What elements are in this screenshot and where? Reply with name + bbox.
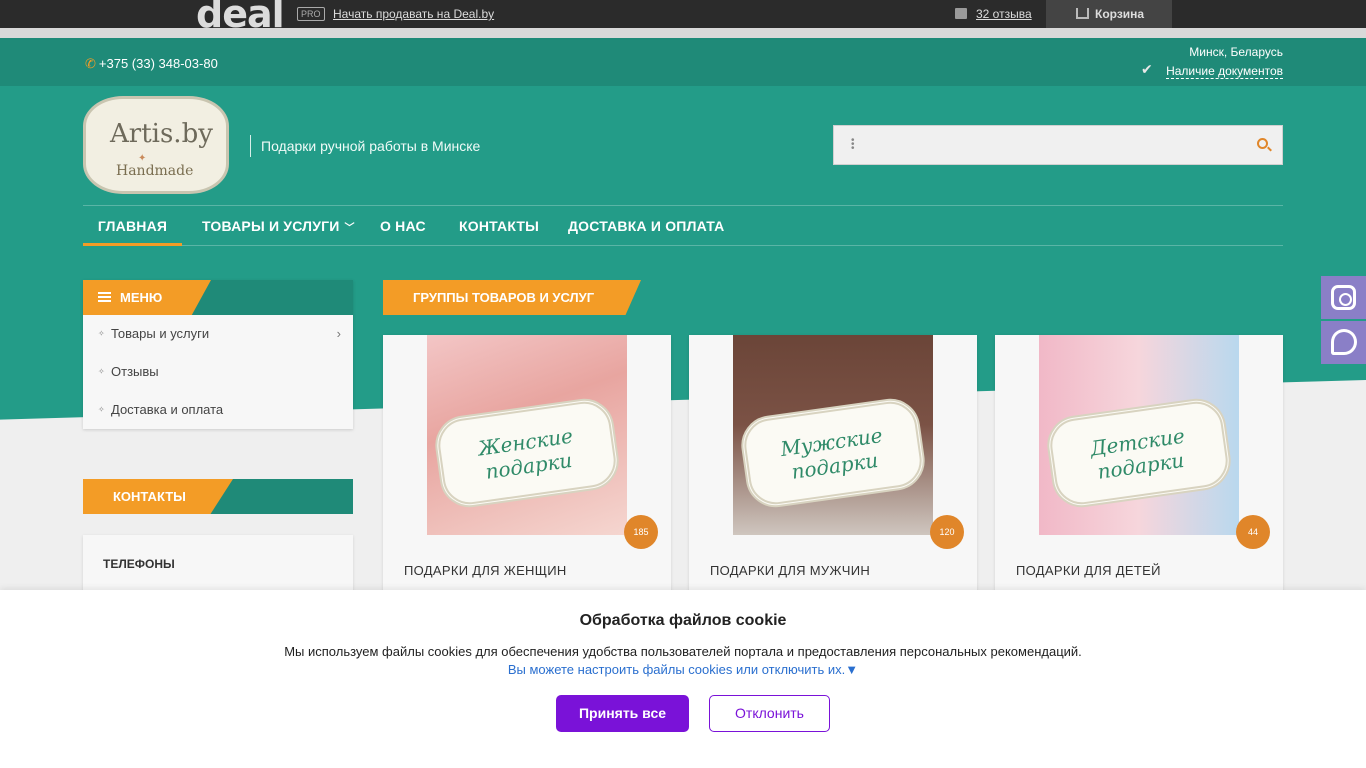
- site-tagline: Подарки ручной работы в Минске: [250, 135, 480, 157]
- nav-item-products-label: Товары и услуги: [202, 218, 340, 234]
- image-label-text: Детские подарки: [1052, 418, 1227, 489]
- sidebar-item-label: Товары и услуги: [111, 326, 210, 341]
- hamburger-icon: [98, 292, 111, 302]
- bullet-icon: ✧: [98, 405, 105, 414]
- nav-item-contacts[interactable]: Контакты: [459, 206, 539, 246]
- cart-button[interactable]: Корзина: [1046, 0, 1172, 28]
- header-phone[interactable]: ✆ +375 (33) 348-03-80: [85, 56, 218, 72]
- sidebar-menu: Меню ✧ Товары и услуги › ✧ Отзывы ✧ Дост…: [83, 280, 353, 429]
- cart-icon: [1076, 8, 1089, 19]
- product-group-image[interactable]: Мужские подарки: [733, 335, 933, 535]
- cookie-banner: Обработка файлов cookie Мы используем фа…: [0, 590, 1366, 768]
- divider: [0, 28, 1366, 38]
- check-icon: ✔: [1141, 61, 1153, 77]
- cart-label: Корзина: [1095, 7, 1145, 21]
- sidebar-item-products[interactable]: ✧ Товары и услуги ›: [83, 315, 353, 353]
- product-group-image[interactable]: Женские подарки: [427, 335, 627, 535]
- decline-button[interactable]: Отклонить: [709, 695, 830, 732]
- count-badge: 44: [1236, 515, 1270, 549]
- pro-badge: PRO: [297, 7, 325, 21]
- bullet-icon: ✧: [98, 329, 105, 338]
- logo-text: Artis.by: [110, 119, 213, 149]
- deal-logo[interactable]: deal: [196, 0, 284, 28]
- instagram-icon: [1331, 285, 1356, 310]
- comment-icon: [955, 8, 967, 19]
- cookie-settings-link[interactable]: Вы можете настроить файлы cookies или от…: [0, 662, 1366, 677]
- product-group-title[interactable]: Подарки для детей: [1016, 563, 1161, 578]
- image-label-frame: Детские подарки: [1043, 394, 1235, 512]
- product-group-title[interactable]: Подарки для женщин: [404, 563, 567, 578]
- chevron-right-icon: ›: [336, 326, 341, 341]
- phones-label: Телефоны: [103, 557, 175, 571]
- site-logo[interactable]: Artis.by ✦ Handmade: [83, 96, 229, 194]
- chevron-down-icon: ﹀: [344, 223, 355, 234]
- nav-item-products[interactable]: Товары и услуги ﹀: [202, 206, 355, 246]
- sidebar-item-reviews[interactable]: ✧ Отзывы: [83, 353, 353, 391]
- groups-title: Группы товаров и услуг: [413, 290, 595, 305]
- sidebar-menu-header: Меню: [83, 280, 353, 315]
- nav-item-delivery[interactable]: Доставка и оплата: [568, 206, 724, 246]
- product-group-image[interactable]: Детские подарки: [1039, 335, 1239, 535]
- image-label-text: Женские подарки: [440, 418, 615, 489]
- nav-item-about[interactable]: О нас: [380, 206, 426, 246]
- instagram-button[interactable]: [1321, 276, 1366, 319]
- sidebar-item-delivery[interactable]: ✧ Доставка и оплата: [83, 391, 353, 429]
- image-label-frame: Женские подарки: [431, 394, 623, 512]
- count-badge: 120: [930, 515, 964, 549]
- info-bar: ✆ +375 (33) 348-03-80 Минск, Беларусь Нал…: [0, 38, 1366, 86]
- viber-icon: [1331, 329, 1357, 355]
- search-menu-icon[interactable]: • • •: [851, 136, 855, 154]
- image-label-text: Мужские подарки: [746, 418, 921, 489]
- accept-all-button[interactable]: Принять все: [556, 695, 689, 732]
- city-label: Минск, Беларусь: [1189, 45, 1283, 59]
- bullet-icon: ✧: [98, 367, 105, 376]
- reviews-link-label: 32 отзыва: [976, 7, 1032, 21]
- reviews-link[interactable]: 32 отзыва: [955, 7, 1032, 21]
- contacts-box: Телефоны: [83, 535, 353, 595]
- count-badge: 185: [624, 515, 658, 549]
- sidebar-item-label: Отзывы: [111, 364, 159, 379]
- start-selling-link[interactable]: Начать продавать на Deal.by: [333, 7, 494, 21]
- contacts-title: Контакты: [113, 489, 186, 504]
- phone-icon: ✆: [85, 56, 96, 71]
- cookie-text: Мы используем файлы cookies для обеспече…: [284, 644, 1082, 659]
- product-group-card[interactable]: Женские подарки 185 Подарки для женщин: [383, 335, 671, 595]
- documents-link[interactable]: Наличие документов: [1166, 64, 1283, 79]
- search-icon[interactable]: [1257, 138, 1268, 149]
- main-nav: Главная Товары и услуги ﹀ О нас Контакты …: [83, 205, 1283, 246]
- deal-top-bar: deal PRO Начать продавать на Deal.by 32 …: [0, 0, 1366, 28]
- product-group-card[interactable]: Детские подарки 44 Подарки для детей: [995, 335, 1283, 595]
- sidebar-menu-title: Меню: [120, 290, 163, 305]
- product-group-title[interactable]: Подарки для мужчин: [710, 563, 870, 578]
- product-group-card[interactable]: Мужские подарки 120 Подарки для мужчин: [689, 335, 977, 595]
- nav-item-home[interactable]: Главная: [83, 206, 182, 246]
- logo-subtext: Handmade: [116, 163, 194, 179]
- groups-header: Группы товаров и услуг: [383, 280, 641, 315]
- image-label-frame: Мужские подарки: [737, 394, 929, 512]
- cookie-title: Обработка файлов cookie: [579, 612, 787, 629]
- search-input[interactable]: • • •: [833, 125, 1283, 165]
- viber-button[interactable]: [1321, 321, 1366, 364]
- header-phone-number: +375 (33) 348-03-80: [98, 56, 218, 71]
- contacts-header: Контакты: [83, 479, 353, 514]
- sidebar-item-label: Доставка и оплата: [111, 402, 224, 417]
